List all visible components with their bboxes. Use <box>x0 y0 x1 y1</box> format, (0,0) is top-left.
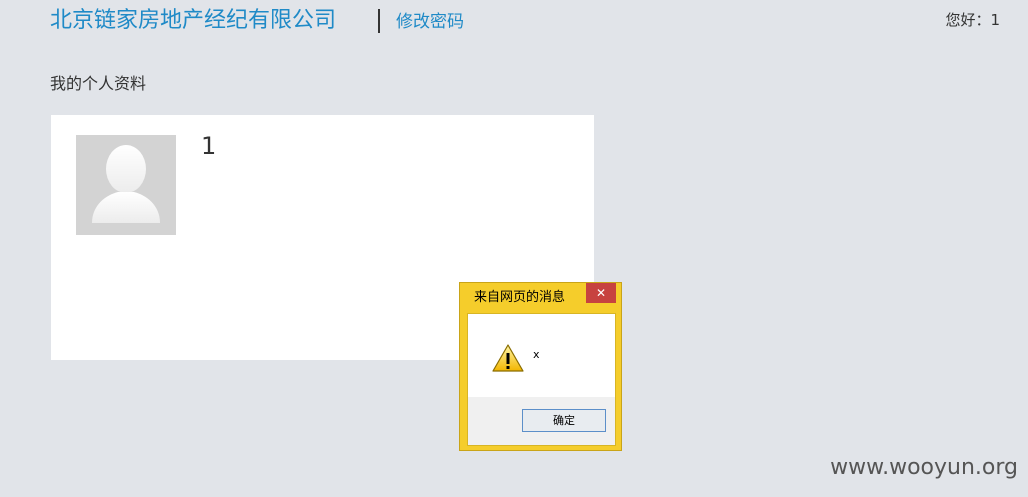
warning-icon <box>492 344 524 372</box>
close-icon[interactable]: ✕ <box>586 283 616 303</box>
avatar-silhouette <box>92 145 160 223</box>
dialog-title: 来自网页的消息 <box>474 290 566 305</box>
dialog-message: x <box>533 348 540 361</box>
section-title: 我的个人资料 <box>50 74 147 93</box>
change-password-link[interactable]: 修改密码 <box>396 9 464 35</box>
dialog-body: x 确定 <box>467 313 616 446</box>
profile-name: 1 <box>201 132 217 160</box>
watermark: www.wooyun.org <box>830 455 1018 480</box>
default-user-avatar-icon <box>76 135 176 235</box>
user-greeting: 您好：1 <box>945 11 1000 29</box>
company-title: 北京链家房地产经纪有限公司 <box>50 8 337 33</box>
ok-button[interactable]: 确定 <box>522 409 606 432</box>
header-divider <box>378 9 380 33</box>
dialog-footer: 确定 <box>468 397 615 445</box>
alert-dialog: 来自网页的消息 ✕ x 确定 <box>459 282 622 451</box>
